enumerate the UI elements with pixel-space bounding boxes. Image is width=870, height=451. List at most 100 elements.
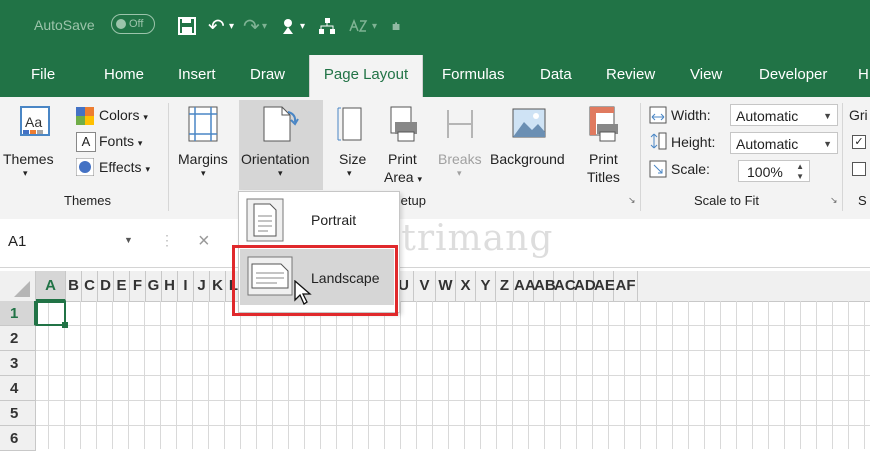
column-header-g[interactable]: G	[146, 271, 162, 301]
spelling-icon[interactable]	[280, 14, 296, 38]
cancel-icon[interactable]: ×	[198, 230, 210, 253]
effects-icon	[75, 157, 95, 181]
tab-page-layout[interactable]: Page Layout	[309, 55, 423, 97]
fill-handle[interactable]	[62, 322, 68, 328]
margins-icon[interactable]	[187, 106, 219, 147]
autosave-toggle[interactable]: Off	[111, 14, 155, 34]
group-divider	[168, 103, 169, 211]
width-value: Automatic	[736, 108, 799, 124]
column-header-j[interactable]: J	[194, 271, 210, 301]
undo-icon[interactable]: ↶	[208, 14, 225, 38]
margins-dropdown-icon[interactable]: ▾	[201, 168, 206, 179]
tab-draw[interactable]: Draw	[250, 52, 285, 97]
column-header-ab[interactable]: AB	[534, 271, 556, 301]
column-header-ad[interactable]: AD	[574, 271, 596, 301]
themes-icon[interactable]: Aa	[20, 106, 50, 141]
sheet-options-group-label: S	[858, 193, 867, 208]
column-header-a[interactable]: A	[36, 271, 66, 301]
name-box-dropdown-icon[interactable]: ▼	[124, 235, 133, 245]
height-value: Automatic	[736, 136, 799, 152]
tab-overflow[interactable]: H	[858, 52, 869, 97]
colors-button[interactable]: Colors ▾	[99, 107, 148, 123]
tab-formulas[interactable]: Formulas	[442, 52, 505, 97]
redo-icon[interactable]: ↷	[243, 14, 260, 38]
page-setup-launcher-icon[interactable]: ↘	[628, 195, 636, 206]
themes-dropdown-icon[interactable]: ▾	[23, 168, 28, 179]
column-header-f[interactable]: F	[130, 271, 146, 301]
print-titles-label-2[interactable]: Titles	[587, 169, 620, 185]
tab-insert[interactable]: Insert	[178, 52, 216, 97]
column-header-z[interactable]: Z	[496, 271, 514, 301]
tab-file[interactable]: File	[31, 52, 55, 97]
gridlines-view-checkbox[interactable]: ✓	[852, 135, 866, 149]
svg-text:Aa: Aa	[25, 114, 42, 130]
select-all-corner[interactable]	[0, 271, 36, 301]
column-header-v[interactable]: V	[414, 271, 436, 301]
height-select[interactable]: Automatic ▼	[730, 132, 838, 154]
effects-button[interactable]: Effects ▾	[99, 159, 150, 175]
print-titles-label-1[interactable]: Print	[589, 151, 618, 167]
save-icon[interactable]	[178, 14, 196, 38]
column-header-e[interactable]: E	[114, 271, 130, 301]
column-header-d[interactable]: D	[98, 271, 114, 301]
spelling-dropdown-icon[interactable]: ▾	[300, 14, 305, 38]
fonts-chevron-icon: ▾	[137, 138, 143, 148]
print-area-icon[interactable]	[387, 106, 419, 147]
height-dropdown-icon: ▼	[823, 139, 832, 149]
sort-icon[interactable]	[348, 14, 368, 38]
column-header-i[interactable]: I	[178, 271, 194, 301]
redo-dropdown-icon[interactable]: ▾	[262, 14, 267, 38]
row-header-6[interactable]: 6	[0, 426, 36, 451]
background-button[interactable]: Background	[490, 151, 565, 167]
column-header-aa[interactable]: AA	[514, 271, 536, 301]
size-button[interactable]: Size	[339, 151, 366, 167]
row-header-5[interactable]: 5	[0, 401, 36, 426]
scale-spinner[interactable]: 100% ▲ ▼	[738, 160, 810, 182]
fonts-button[interactable]: Fonts ▾	[99, 133, 142, 149]
breaks-button[interactable]: Breaks	[438, 151, 482, 167]
portrait-option[interactable]: Portrait	[311, 212, 356, 228]
column-header-h[interactable]: H	[162, 271, 178, 301]
print-area-label-1[interactable]: Print	[388, 151, 417, 167]
customize-icon[interactable]: ⩧	[392, 14, 400, 38]
column-header-k[interactable]: K	[210, 271, 226, 301]
tab-data[interactable]: Data	[540, 52, 572, 97]
undo-dropdown-icon[interactable]: ▾	[229, 14, 234, 38]
column-header-af[interactable]: AF	[614, 271, 638, 301]
column-header-y[interactable]: Y	[476, 271, 496, 301]
column-header-ac[interactable]: AC	[554, 271, 576, 301]
effects-label: Effects	[99, 159, 142, 175]
print-area-button[interactable]: Area ▾	[384, 169, 422, 185]
row-header-1[interactable]: 1	[0, 301, 36, 326]
cell-grid[interactable]	[36, 301, 870, 449]
scale-to-fit-launcher-icon[interactable]: ↘	[830, 195, 838, 206]
tab-review[interactable]: Review	[606, 52, 655, 97]
column-header-b[interactable]: B	[66, 271, 82, 301]
formula-bar-divider: ⋮	[160, 232, 174, 248]
print-titles-icon[interactable]	[589, 106, 619, 147]
column-header-w[interactable]: W	[436, 271, 456, 301]
column-header-x[interactable]: X	[456, 271, 476, 301]
breaks-dropdown-icon[interactable]: ▾	[457, 168, 462, 179]
background-icon[interactable]	[512, 108, 546, 143]
column-header-ae[interactable]: AE	[594, 271, 615, 301]
tab-developer[interactable]: Developer	[759, 52, 827, 97]
tab-home[interactable]: Home	[104, 52, 144, 97]
width-dropdown-icon: ▼	[823, 111, 832, 121]
row-header-3[interactable]: 3	[0, 351, 36, 376]
themes-button[interactable]: Themes	[3, 151, 54, 167]
row-header-2[interactable]: 2	[0, 326, 36, 351]
tab-view[interactable]: View	[690, 52, 722, 97]
column-header-c[interactable]: C	[82, 271, 98, 301]
margins-button[interactable]: Margins	[178, 151, 228, 167]
row-header-4[interactable]: 4	[0, 376, 36, 401]
gridlines-print-checkbox[interactable]	[852, 162, 866, 176]
breaks-icon[interactable]	[445, 108, 475, 145]
sort-dropdown-icon[interactable]: ▾	[372, 14, 377, 38]
width-select[interactable]: Automatic ▼	[730, 104, 838, 126]
scale-updown-icon[interactable]: ▲ ▼	[796, 162, 804, 182]
group-divider	[842, 103, 843, 211]
network-icon[interactable]	[318, 14, 336, 38]
size-dropdown-icon[interactable]: ▾	[347, 168, 352, 179]
size-icon[interactable]	[337, 106, 363, 147]
